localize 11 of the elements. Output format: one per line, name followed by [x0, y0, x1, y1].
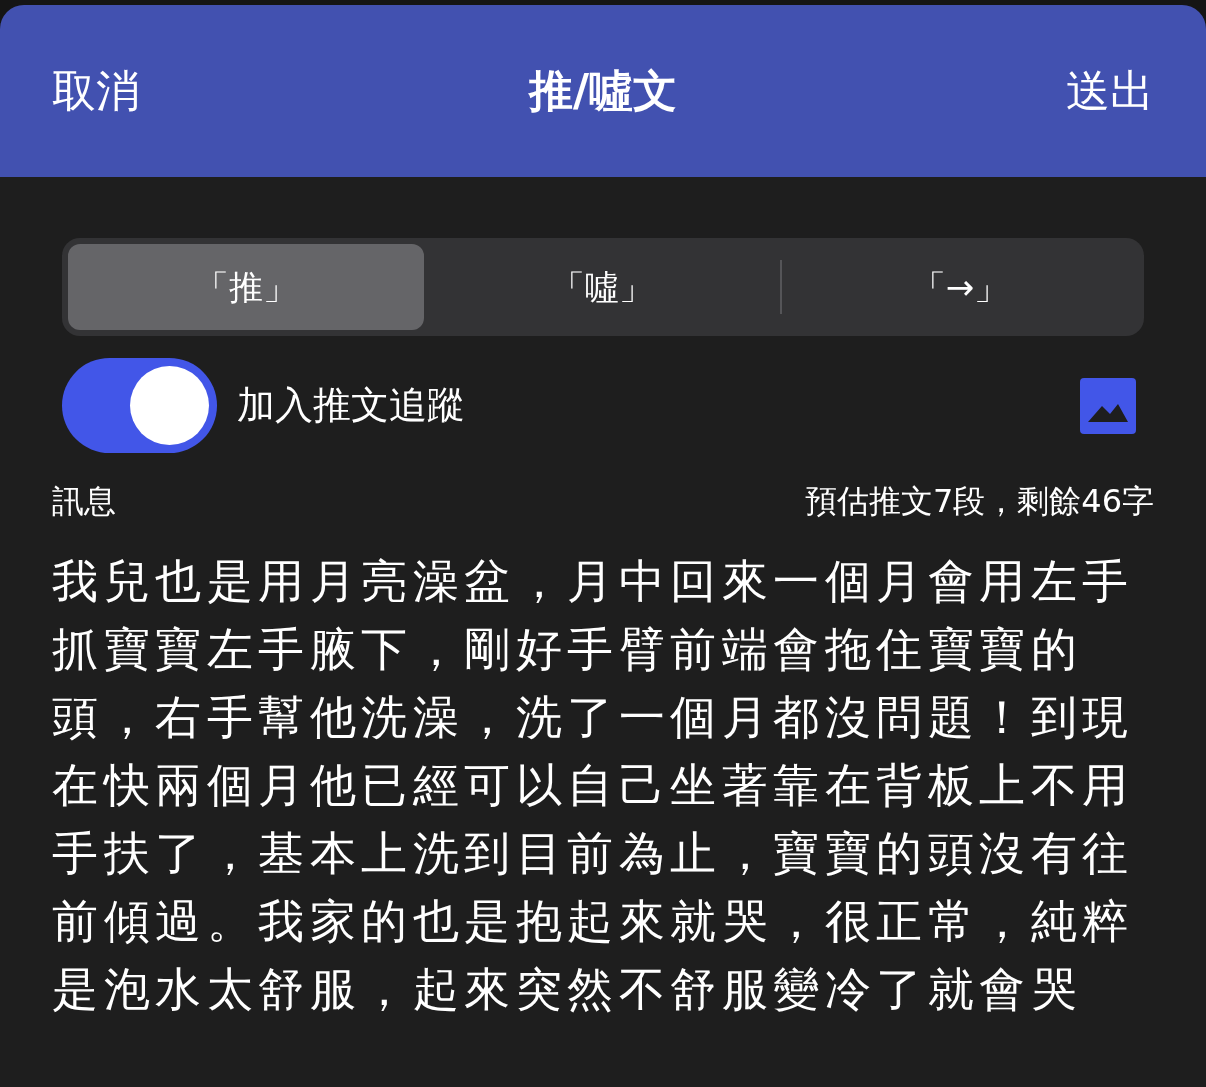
image-icon[interactable] [1080, 377, 1136, 434]
estimate-text: 預估推文7段，剩餘46字 [804, 481, 1154, 522]
cancel-button[interactable]: 取消 [52, 58, 140, 124]
segment-tab[interactable]: 「噓」 [424, 244, 780, 330]
message-text: 我兒也是用月亮澡盆，月中回來一個月會用左手抓寶寶左手腋下，剛好手臂前端會拖住寶寶的頭，右手幫他洗澡，洗了一個月都沒問題！到現在快兩個月他已經可以自己坐著靠在背板上不用手扶了，基本上洗到目前為止，寶寶的頭沒有往前傾過。我家的也是抱起來就哭，很正常，純粹是泡水太舒服，起來突然不舒服變冷了就會哭 [52, 553, 1135, 1018]
send-button[interactable]: 送出 [1066, 58, 1154, 124]
dialog-title: 推/噓文 [528, 64, 678, 118]
message-label: 訊息 [52, 481, 116, 522]
follow-label: 加入推文追蹤 [237, 382, 465, 429]
segment-tab[interactable]: 「推」 [68, 244, 424, 330]
segment-tab[interactable]: 「→」 [782, 244, 1138, 330]
